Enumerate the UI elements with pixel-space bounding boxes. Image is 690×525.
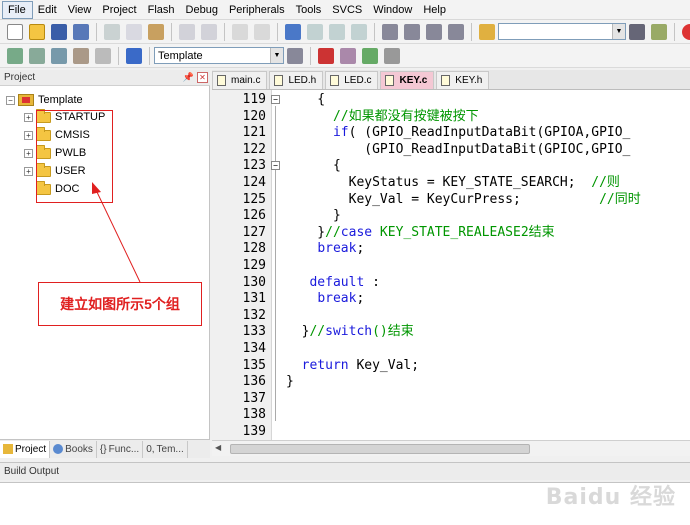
line-number: 135 [242,357,266,373]
code-text: break; [317,291,365,307]
line-number: 121 [242,125,266,141]
line-number: 120 [242,108,266,124]
editor-tab-label: LED.h [288,75,317,86]
fold-toggle-icon[interactable]: − [271,95,280,104]
code-line: 134 [212,341,690,357]
tab-functions[interactable]: {} Func... [97,440,144,458]
code-line: 127 }//case KEY_STATE_REALEASE2结束 [212,225,690,241]
tab-label: Func... [108,443,140,455]
editor-tab-led-c[interactable]: LED.c [325,71,379,89]
books-icon [53,444,64,454]
tab-label: Books [65,443,93,455]
code-line: 123− { [212,158,690,174]
line-number: 136 [242,374,266,390]
line-number: 132 [242,307,266,323]
editor-tab-main-c[interactable]: main.c [212,71,268,89]
code-line: 132 [212,308,690,324]
build-output-title: Build Output [4,466,60,477]
braces-icon: {} [99,443,107,455]
file-icon [274,75,284,86]
line-number: 119 [242,92,266,107]
line-number: 138 [242,407,266,423]
line-number: 127 [242,224,266,240]
code-editor[interactable]: 119− {120 //如果都没有按键被按下 121 if( (GPIO_Read… [212,90,690,440]
editor-tab-label: KEY.h [455,75,483,86]
code-text: } [286,374,294,390]
build-output-header: Build Output [0,462,690,480]
code-text: KeyStatus = KEY_STATE_SEARCH; //则 [286,175,620,190]
code-text: return Key_Val; [301,357,420,373]
line-number: 122 [242,141,266,157]
tab-templates[interactable]: 0, Tem... [143,440,188,458]
code-text: { [286,158,341,174]
code-text: { [286,92,326,107]
code-line: 128 break; [212,241,690,257]
code-line: 126 } [212,208,690,224]
code-line: 133 }//switch()结束 [212,324,690,340]
code-line: 136} [212,374,690,390]
code-text: }//case KEY_STATE_REALEASE2结束 [286,224,555,240]
code-text: }//switch()结束 [286,324,414,340]
file-icon [385,75,395,86]
annotation-callout: 建立如图所示5个组 [38,282,202,326]
editor-tabs: main.c LED.h LED.c KEY.c KEY.h [212,70,690,90]
code-text: break; [317,241,365,257]
code-line: 139 [212,424,690,440]
tab-label: Project [15,443,47,455]
line-number: 124 [242,175,266,190]
tab-project[interactable]: Project [0,440,51,458]
editor-tab-label: main.c [231,75,261,86]
horizontal-scrollbar[interactable]: ◀ [212,440,690,456]
line-number: 125 [242,191,266,207]
code-line: 122 (GPIO_ReadInputDataBit(GPIOC,GPIO_ [212,142,690,158]
code-line: 129 [212,258,690,274]
code-line: 137 [212,391,690,407]
code-line: 120 //如果都没有按键被按下 [212,109,690,125]
code-text: } [286,208,341,224]
code-text: Key_Val = KeyCurPress; //同时 [286,191,641,207]
project-tab-icon [3,444,13,454]
project-panel-tabs: Project Books {} Func... 0, Tem... [0,439,210,458]
fold-toggle-icon[interactable]: − [271,161,280,171]
code-text: if( (GPIO_ReadInputDataBit(GPIOA,GPIO_ [332,125,631,141]
code-line: 130 default : [212,275,690,291]
line-number: 131 [242,291,266,307]
tab-label: Tem... [156,443,184,455]
code-line: 119− { [212,92,690,108]
file-icon [441,75,451,86]
line-number: 129 [242,258,266,273]
line-number: 139 [242,424,266,439]
file-icon [217,75,226,86]
editor-tab-label: KEY.c [399,75,428,86]
code-line: 125 Key_Val = KeyCurPress; //同时 [212,192,690,208]
tab-books[interactable]: Books [50,440,97,458]
line-number: 134 [242,341,266,356]
line-number: 128 [242,241,266,257]
template-icon: 0, [146,443,155,455]
line-number: 137 [242,390,266,406]
code-line: 131 break; [212,291,690,307]
line-number: 126 [242,208,266,224]
line-number: 130 [242,274,266,290]
scroll-left-icon[interactable]: ◀ [215,443,221,452]
line-number: 133 [242,324,266,340]
code-text: //如果都没有按键被按下 [332,108,479,124]
line-number: 123 [242,158,266,174]
code-line: 138 [212,407,690,423]
watermark-logo: Baidu 经验 [545,485,676,510]
code-text: default : [309,274,380,290]
file-icon [330,75,340,86]
editor-tab-key-h[interactable]: KEY.h [436,71,490,89]
scrollbar-thumb[interactable] [230,444,530,454]
code-line: 135 return Key_Val; [212,358,690,374]
code-text: (GPIO_ReadInputDataBit(GPIOC,GPIO_ [286,141,631,157]
code-line: 124 KeyStatus = KEY_STATE_SEARCH; //则 [212,175,690,191]
editor-tab-label: LED.c [344,75,372,86]
code-line: 121 if( (GPIO_ReadInputDataBit(GPIOA,GPI… [212,125,690,141]
editor-tab-led-h[interactable]: LED.h [269,71,324,89]
editor-tab-key-c[interactable]: KEY.c [380,71,435,89]
